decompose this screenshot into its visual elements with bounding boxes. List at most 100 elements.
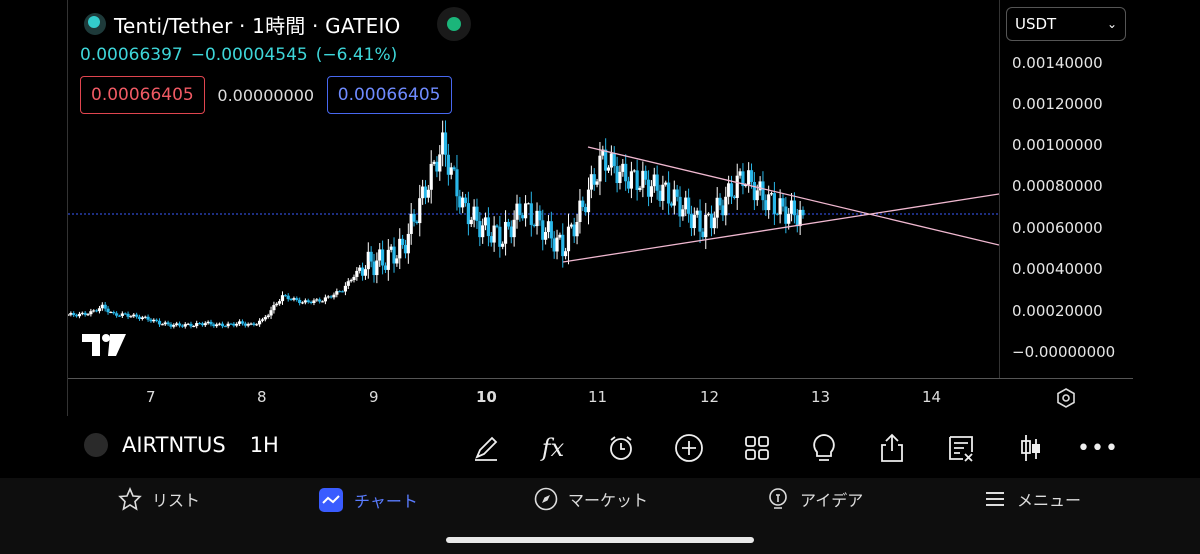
time-axis[interactable] [68,378,999,417]
candle-body [320,301,325,303]
candle-body [501,243,505,247]
time-tick: 11 [588,388,608,406]
chart-settings-button[interactable] [999,378,1133,417]
candle-body [586,189,591,213]
candle-body [217,323,222,325]
price-chart[interactable] [68,0,999,378]
nav-item-market[interactable]: マーケット [534,487,648,511]
share-icon[interactable] [872,428,912,468]
candle-body [732,196,736,198]
candle-body [466,203,470,225]
nav-label-list: リスト [152,491,201,510]
lightbulb-icon[interactable] [804,428,844,468]
candle-body [787,213,791,224]
candle-body [209,321,213,325]
candle-body [212,324,216,327]
candle-body [535,210,539,227]
candle-body [475,206,479,221]
candle-body [678,196,682,217]
candlestick-chart-type-icon[interactable] [1011,428,1051,468]
drawing-tool-icon[interactable] [466,428,506,468]
candle-body [135,314,139,317]
chart-line-icon [319,488,343,512]
candle-body [721,205,725,216]
candle-body [641,170,645,188]
candle-body [664,182,668,185]
candle-body [469,219,473,225]
candle-body [126,313,130,317]
candle-body [74,315,79,317]
candle-body [452,167,456,170]
candle-body [558,234,562,238]
candle-body [106,308,110,313]
candle-body [395,258,399,264]
chevron-down-icon: ⌄ [1106,17,1117,31]
candle-body [532,224,536,227]
candle-body [715,197,719,218]
nav-label-market: マーケット [568,491,649,510]
candle-body [283,295,287,297]
candle-body [83,312,87,315]
indicators-fx-icon[interactable]: fx [533,428,573,468]
more-options-icon[interactable]: ••• [1077,428,1118,468]
candle-body [206,321,210,324]
candle-body [615,166,619,184]
candle-body [383,265,388,270]
nav-item-ideas[interactable]: アイデア [766,487,863,511]
candle-body [195,323,199,327]
candle-body [403,244,408,254]
candle-body [86,314,90,316]
alarm-clock-icon[interactable] [601,428,641,468]
candle-body [675,189,679,197]
candle-body [595,181,599,185]
candle-body [463,197,468,204]
candle-body [258,320,262,325]
candle-body [329,296,333,298]
nav-item-chart[interactable]: チャート [318,487,418,513]
candle-body [332,294,336,298]
candle-body [801,209,805,216]
candle-body [252,323,256,325]
candle-body [443,132,448,155]
nav-item-menu[interactable]: メニュー [983,487,1081,511]
interval-button[interactable]: 1H [250,433,279,457]
candle-body [349,280,353,282]
candle-body [483,217,488,226]
candle-body [398,238,402,259]
candle-body [684,197,688,210]
symbol-switcher[interactable]: AIRTNTUS 1H [84,433,279,457]
candle-body [169,324,173,327]
candle-body [798,209,802,227]
time-tick: 9 [369,388,379,406]
remove-indicators-icon[interactable] [941,428,981,468]
nav-item-list[interactable]: リスト [118,487,200,511]
candle-body [658,190,662,201]
candle-body [343,285,348,292]
candle-body [747,170,751,185]
candle-body [644,170,648,180]
candle-body [689,213,694,229]
candle-body [166,322,170,325]
candle-body [197,323,202,325]
candle-body [97,308,102,312]
candle-body [772,193,777,214]
candle-body [303,300,307,303]
candle-body [687,197,691,214]
price-tick: 0.00140000 [1012,54,1103,72]
time-tick: 8 [257,388,267,406]
candle-body [749,170,754,182]
candle-body [406,233,410,254]
add-plus-icon[interactable] [669,428,709,468]
candle-body [115,313,119,316]
candle-body [552,238,556,252]
candle-body [369,251,373,262]
candle-body [249,323,253,325]
candle-body [120,313,124,316]
candle-body [612,153,616,167]
candle-body [435,161,439,172]
currency-select[interactable]: USDT ⌄ [1006,7,1126,41]
candle-body [512,219,516,238]
candle-body [695,210,699,215]
candle-body [541,220,545,240]
layout-grid-icon[interactable] [737,428,777,468]
